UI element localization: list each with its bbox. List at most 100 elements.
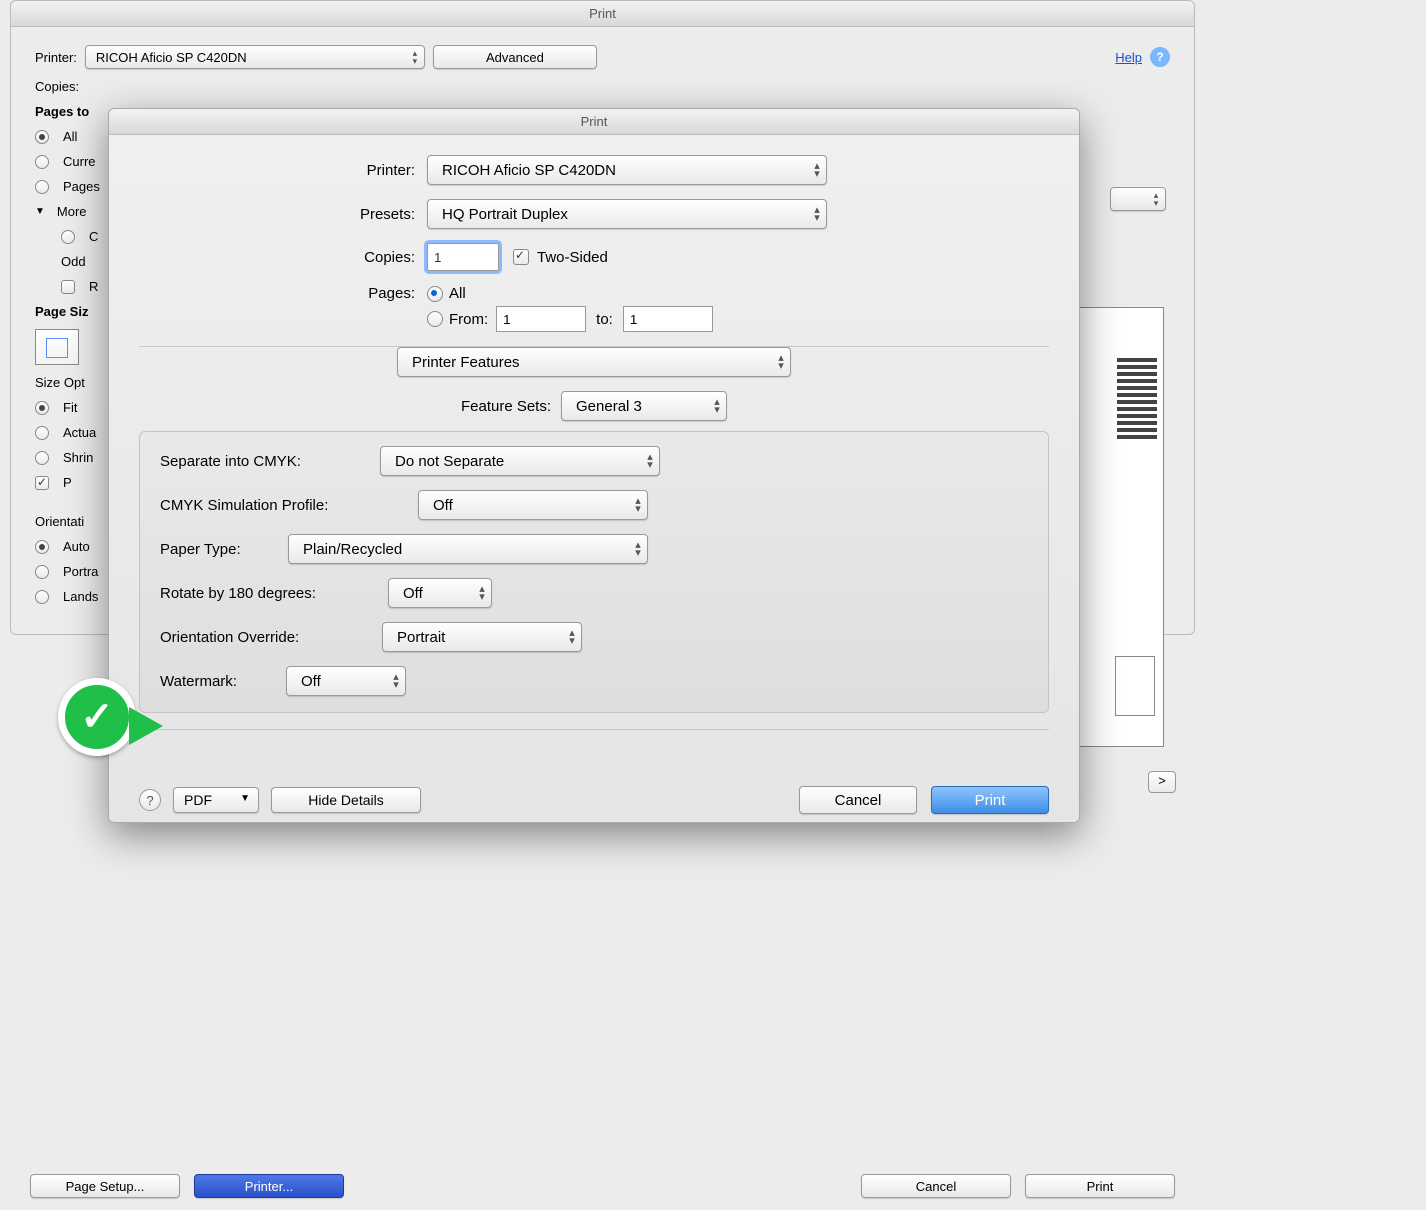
help-icon[interactable]: ? xyxy=(1150,47,1170,67)
pages-all-radio[interactable] xyxy=(427,286,443,302)
c-radio[interactable] xyxy=(61,230,75,244)
paper-type-label: Paper Type: xyxy=(160,541,288,558)
chevron-updown-icon: ▴▾ xyxy=(812,206,822,222)
portrait-radio-label: Portra xyxy=(63,564,98,579)
modal-copies-label: Copies: xyxy=(139,249,427,266)
odd-label: Odd xyxy=(61,254,86,269)
chevron-updown-icon: ▴▾ xyxy=(812,162,822,178)
chevron-updown-icon: ▴▾ xyxy=(712,398,722,414)
modal-pages-label: Pages: xyxy=(139,285,427,302)
print-button[interactable]: Print xyxy=(931,786,1049,814)
watermark-select[interactable]: Off ▴▾ xyxy=(286,666,406,696)
portrait-radio[interactable] xyxy=(35,565,49,579)
all-radio[interactable] xyxy=(35,130,49,144)
r-label: R xyxy=(89,279,98,294)
back-print-button[interactable]: Print xyxy=(1025,1174,1175,1198)
rotate-value: Off xyxy=(403,585,423,602)
orientation-override-label: Orientation Override: xyxy=(160,629,382,646)
fit-radio[interactable] xyxy=(35,401,49,415)
pages-radio[interactable] xyxy=(35,180,49,194)
printer-button[interactable]: Printer... xyxy=(194,1174,344,1198)
section-select-value: Printer Features xyxy=(412,354,520,371)
two-sided-label: Two-Sided xyxy=(537,249,608,266)
printer-value: RICOH Aficio SP C420DN xyxy=(96,50,247,65)
chevron-updown-icon: ▴▾ xyxy=(410,49,420,65)
cancel-button[interactable]: Cancel xyxy=(799,786,917,814)
orientation-override-select[interactable]: Portrait ▴▾ xyxy=(382,622,582,652)
next-page-button[interactable]: > xyxy=(1148,771,1176,793)
chevron-updown-icon: ▴▾ xyxy=(391,673,401,689)
watermark-label: Watermark: xyxy=(160,673,286,690)
modal-title: Print xyxy=(109,109,1079,135)
r-checkbox[interactable] xyxy=(61,280,75,294)
fit-radio-label: Fit xyxy=(63,400,77,415)
page-sizing-label: Page Siz xyxy=(35,304,88,319)
separate-cmyk-value: Do not Separate xyxy=(395,453,504,470)
system-print-dialog: Print Printer: RICOH Aficio SP C420DN ▴▾… xyxy=(108,108,1080,823)
pages-radio-label: Pages xyxy=(63,179,100,194)
pages-from-label: From: xyxy=(449,311,488,328)
modal-printer-label: Printer: xyxy=(139,162,427,179)
rotate-label: Rotate by 180 degrees: xyxy=(160,585,388,602)
pages-from-input[interactable] xyxy=(496,306,586,332)
partial-select[interactable]: ▴▾ xyxy=(1110,187,1166,211)
disclosure-triangle-icon[interactable]: ▼ xyxy=(35,206,45,217)
presets-value: HQ Portrait Duplex xyxy=(442,206,568,223)
modal-printer-select[interactable]: RICOH Aficio SP C420DN ▴▾ xyxy=(427,155,827,185)
actual-radio[interactable] xyxy=(35,426,49,440)
auto-radio[interactable] xyxy=(35,540,49,554)
p-checkbox[interactable] xyxy=(35,476,49,490)
chevron-updown-icon: ▴▾ xyxy=(633,497,643,513)
paper-type-select[interactable]: Plain/Recycled ▴▾ xyxy=(288,534,648,564)
back-cancel-button[interactable]: Cancel xyxy=(861,1174,1011,1198)
separate-cmyk-label: Separate into CMYK: xyxy=(160,453,380,470)
shrink-radio-label: Shrin xyxy=(63,450,93,465)
more-label: More xyxy=(57,204,87,219)
pages-from-radio[interactable] xyxy=(427,311,443,327)
presets-label: Presets: xyxy=(139,206,427,223)
p-checkbox-label: P xyxy=(63,475,72,490)
presets-select[interactable]: HQ Portrait Duplex ▴▾ xyxy=(427,199,827,229)
background-footer: Page Setup... Printer... Cancel Print xyxy=(10,1174,1195,1198)
help-link[interactable]: Help xyxy=(1115,50,1142,65)
pdf-label: PDF xyxy=(184,792,212,808)
shrink-radio[interactable] xyxy=(35,451,49,465)
printer-select[interactable]: RICOH Aficio SP C420DN ▴▾ xyxy=(85,45,425,69)
hide-details-button[interactable]: Hide Details xyxy=(271,787,421,813)
feature-sets-label: Feature Sets: xyxy=(461,398,551,415)
orientation-override-value: Portrait xyxy=(397,629,445,646)
cmyk-profile-select[interactable]: Off ▴▾ xyxy=(418,490,648,520)
page-sizing-option-fit-icon[interactable] xyxy=(35,329,79,365)
advanced-button[interactable]: Advanced xyxy=(433,45,597,69)
landscape-radio[interactable] xyxy=(35,590,49,604)
copies-input[interactable] xyxy=(427,243,499,271)
help-button[interactable]: ? xyxy=(139,789,161,811)
pages-to-input[interactable] xyxy=(623,306,713,332)
feature-sets-select[interactable]: General 3 ▴▾ xyxy=(561,391,727,421)
paper-type-value: Plain/Recycled xyxy=(303,541,402,558)
annotation-check-badge: ✓ xyxy=(58,678,176,766)
chevron-updown-icon: ▴▾ xyxy=(776,354,786,370)
chevron-down-icon: ▼ xyxy=(240,793,250,804)
chevron-updown-icon: ▴▾ xyxy=(633,541,643,557)
orientation-label: Orientati xyxy=(35,514,84,529)
size-options-label: Size Opt xyxy=(35,375,85,390)
current-radio[interactable] xyxy=(35,155,49,169)
pages-all-label: All xyxy=(449,285,466,302)
background-window-title: Print xyxy=(11,1,1194,27)
check-icon: ✓ xyxy=(80,694,114,740)
current-radio-label: Curre xyxy=(63,154,96,169)
pdf-menu[interactable]: PDF ▼ xyxy=(173,787,259,813)
printer-label: Printer: xyxy=(35,50,77,65)
copies-label: Copies: xyxy=(35,79,79,94)
two-sided-checkbox[interactable] xyxy=(513,249,529,265)
feature-sets-value: General 3 xyxy=(576,398,642,415)
separate-cmyk-select[interactable]: Do not Separate ▴▾ xyxy=(380,446,660,476)
chevron-updown-icon: ▴▾ xyxy=(477,585,487,601)
page-setup-button[interactable]: Page Setup... xyxy=(30,1174,180,1198)
watermark-value: Off xyxy=(301,673,321,690)
c-radio-label: C xyxy=(89,229,98,244)
section-select[interactable]: Printer Features ▴▾ xyxy=(397,347,791,377)
chevron-updown-icon: ▴▾ xyxy=(567,629,577,645)
rotate-select[interactable]: Off ▴▾ xyxy=(388,578,492,608)
